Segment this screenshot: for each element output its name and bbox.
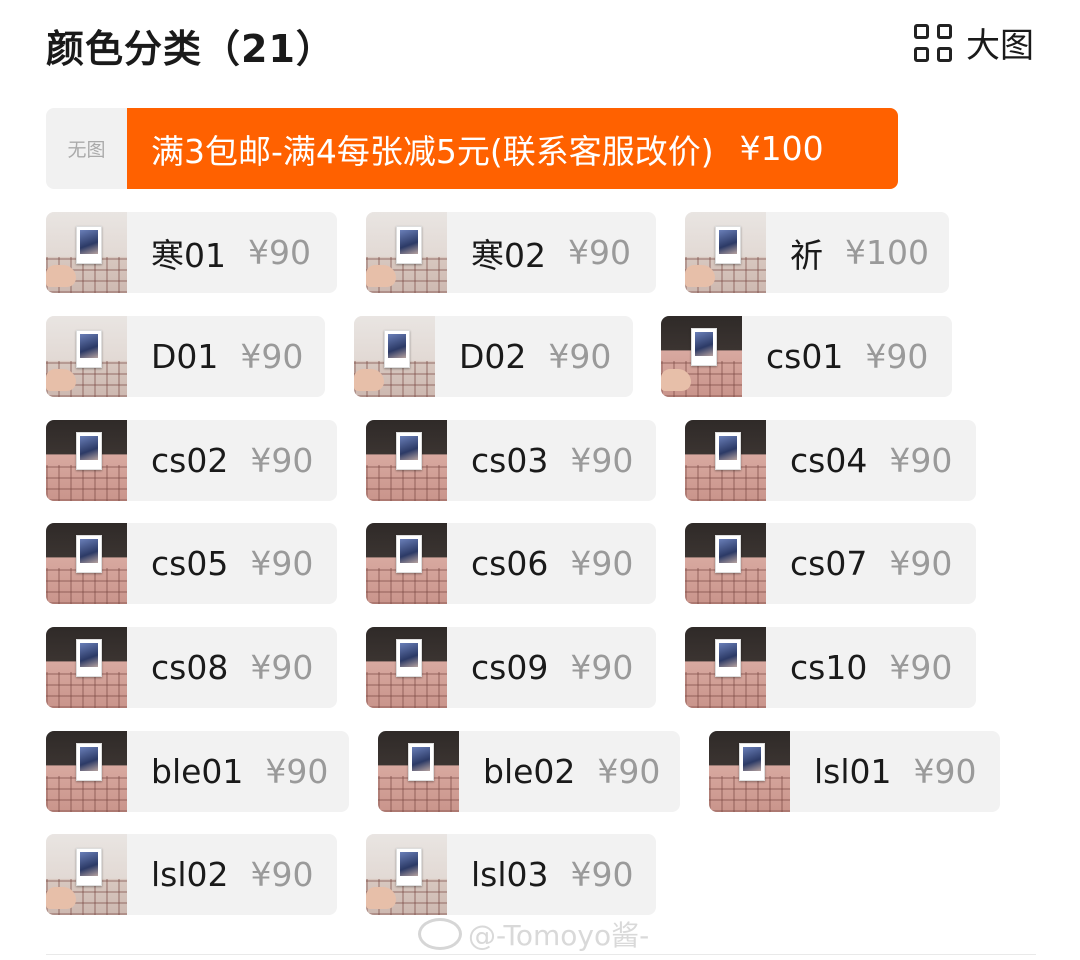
variant-name: ble01 bbox=[151, 752, 244, 791]
variant-name: lsl03 bbox=[471, 855, 549, 894]
variant-name: cs05 bbox=[151, 544, 229, 583]
variant-option[interactable]: cs06 ¥90 bbox=[366, 523, 656, 604]
variant-name: cs02 bbox=[151, 441, 229, 480]
variant-thumbnail bbox=[661, 316, 742, 397]
variant-thumbnail bbox=[366, 212, 447, 293]
header: 颜色分类（21） 大图 bbox=[46, 14, 1036, 71]
variant-name: 寒02 bbox=[471, 235, 546, 275]
weibo-icon bbox=[418, 918, 462, 950]
variant-thumbnail bbox=[366, 523, 447, 604]
variant-option[interactable]: 寒02 ¥90 bbox=[366, 212, 656, 293]
grid-icon bbox=[914, 23, 952, 62]
variant-thumbnail bbox=[366, 834, 447, 915]
variant-price: ¥90 bbox=[250, 544, 314, 583]
variant-thumbnail bbox=[685, 420, 766, 501]
variant-option[interactable]: lsl01 ¥90 bbox=[709, 731, 1000, 812]
variant-price: ¥90 bbox=[597, 752, 661, 791]
variant-name: cs09 bbox=[471, 648, 549, 687]
variant-option[interactable]: cs05 ¥90 bbox=[46, 523, 337, 604]
variant-name: D02 bbox=[459, 337, 527, 376]
variant-price: ¥90 bbox=[570, 855, 634, 894]
promo-option-label: 满3包邮-满4每张减5元(联系客服改价) bbox=[151, 131, 714, 171]
variant-thumbnail bbox=[46, 731, 127, 812]
variant-thumbnail bbox=[366, 420, 447, 501]
variant-thumbnail bbox=[685, 212, 766, 293]
variant-option[interactable]: cs01 ¥90 bbox=[661, 316, 952, 397]
variant-price: ¥90 bbox=[570, 441, 634, 480]
variant-option[interactable]: lsl02 ¥90 bbox=[46, 834, 337, 915]
variant-thumbnail bbox=[378, 731, 459, 812]
promo-option-selected[interactable]: 无图 满3包邮-满4每张减5元(联系客服改价) ¥100 bbox=[46, 108, 898, 189]
variant-name: cs03 bbox=[471, 441, 549, 480]
variant-option[interactable]: cs07 ¥90 bbox=[685, 523, 976, 604]
promo-option-price: ¥100 bbox=[739, 129, 824, 168]
variant-option[interactable]: 祈 ¥100 bbox=[685, 212, 949, 293]
watermark-text: @-Tomoyo酱- bbox=[468, 919, 650, 952]
variant-option[interactable]: D02 ¥90 bbox=[354, 316, 633, 397]
variant-option[interactable]: cs08 ¥90 bbox=[46, 627, 337, 708]
promo-option-body: 满3包邮-满4每张减5元(联系客服改价) ¥100 bbox=[127, 108, 898, 189]
variant-option[interactable]: cs09 ¥90 bbox=[366, 627, 656, 708]
variant-price: ¥90 bbox=[865, 337, 929, 376]
variant-name: lsl02 bbox=[151, 855, 229, 894]
variant-thumbnail bbox=[46, 420, 127, 501]
variant-option[interactable]: ble02 ¥90 bbox=[378, 731, 680, 812]
variant-option[interactable]: cs02 ¥90 bbox=[46, 420, 337, 501]
variant-name: cs08 bbox=[151, 648, 229, 687]
variant-price: ¥90 bbox=[913, 752, 977, 791]
variant-thumbnail bbox=[685, 627, 766, 708]
variant-name: cs01 bbox=[766, 337, 844, 376]
variant-name: 寒01 bbox=[151, 235, 226, 275]
variant-option[interactable]: lsl03 ¥90 bbox=[366, 834, 656, 915]
variant-name: cs07 bbox=[790, 544, 868, 583]
variant-option[interactable]: D01 ¥90 bbox=[46, 316, 325, 397]
variant-thumbnail bbox=[46, 627, 127, 708]
variant-name: cs06 bbox=[471, 544, 549, 583]
variant-name: D01 bbox=[151, 337, 219, 376]
variant-price: ¥90 bbox=[570, 544, 634, 583]
variant-price: ¥90 bbox=[250, 441, 314, 480]
variant-price: ¥90 bbox=[889, 441, 953, 480]
variant-price: ¥90 bbox=[265, 752, 329, 791]
variant-name: cs04 bbox=[790, 441, 868, 480]
variant-thumbnail bbox=[709, 731, 790, 812]
watermark: @-Tomoyo酱- bbox=[418, 914, 649, 954]
variant-option[interactable]: ble01 ¥90 bbox=[46, 731, 349, 812]
page-title: 颜色分类（21） bbox=[46, 27, 335, 71]
variant-option[interactable]: cs04 ¥90 bbox=[685, 420, 976, 501]
variant-thumbnail bbox=[366, 627, 447, 708]
variant-price: ¥90 bbox=[568, 233, 631, 272]
large-view-toggle[interactable]: 大图 bbox=[914, 18, 1034, 67]
variant-thumbnail bbox=[685, 523, 766, 604]
variant-price: ¥100 bbox=[845, 233, 929, 272]
variant-thumbnail bbox=[46, 834, 127, 915]
variant-option[interactable]: cs10 ¥90 bbox=[685, 627, 976, 708]
no-image-text: 无图 bbox=[67, 139, 106, 161]
variant-option[interactable]: 寒01 ¥90 bbox=[46, 212, 337, 293]
divider bbox=[46, 954, 1036, 955]
variant-price: ¥90 bbox=[570, 648, 634, 687]
variant-price: ¥90 bbox=[889, 648, 953, 687]
variant-name: lsl01 bbox=[814, 752, 892, 791]
variant-thumbnail bbox=[46, 316, 127, 397]
variant-thumbnail bbox=[354, 316, 435, 397]
variant-name: ble02 bbox=[483, 752, 576, 791]
variant-thumbnail bbox=[46, 523, 127, 604]
no-image-placeholder: 无图 bbox=[46, 108, 127, 189]
large-view-label: 大图 bbox=[966, 26, 1034, 66]
variant-price: ¥90 bbox=[250, 648, 314, 687]
variant-price: ¥90 bbox=[250, 855, 314, 894]
variant-option[interactable]: cs03 ¥90 bbox=[366, 420, 656, 501]
variant-price: ¥90 bbox=[889, 544, 953, 583]
variant-name: cs10 bbox=[790, 648, 868, 687]
variant-thumbnail bbox=[46, 212, 127, 293]
variant-price: ¥90 bbox=[248, 233, 311, 272]
variant-name: 祈 bbox=[790, 235, 823, 275]
variant-price: ¥90 bbox=[548, 337, 612, 376]
variant-price: ¥90 bbox=[240, 337, 304, 376]
